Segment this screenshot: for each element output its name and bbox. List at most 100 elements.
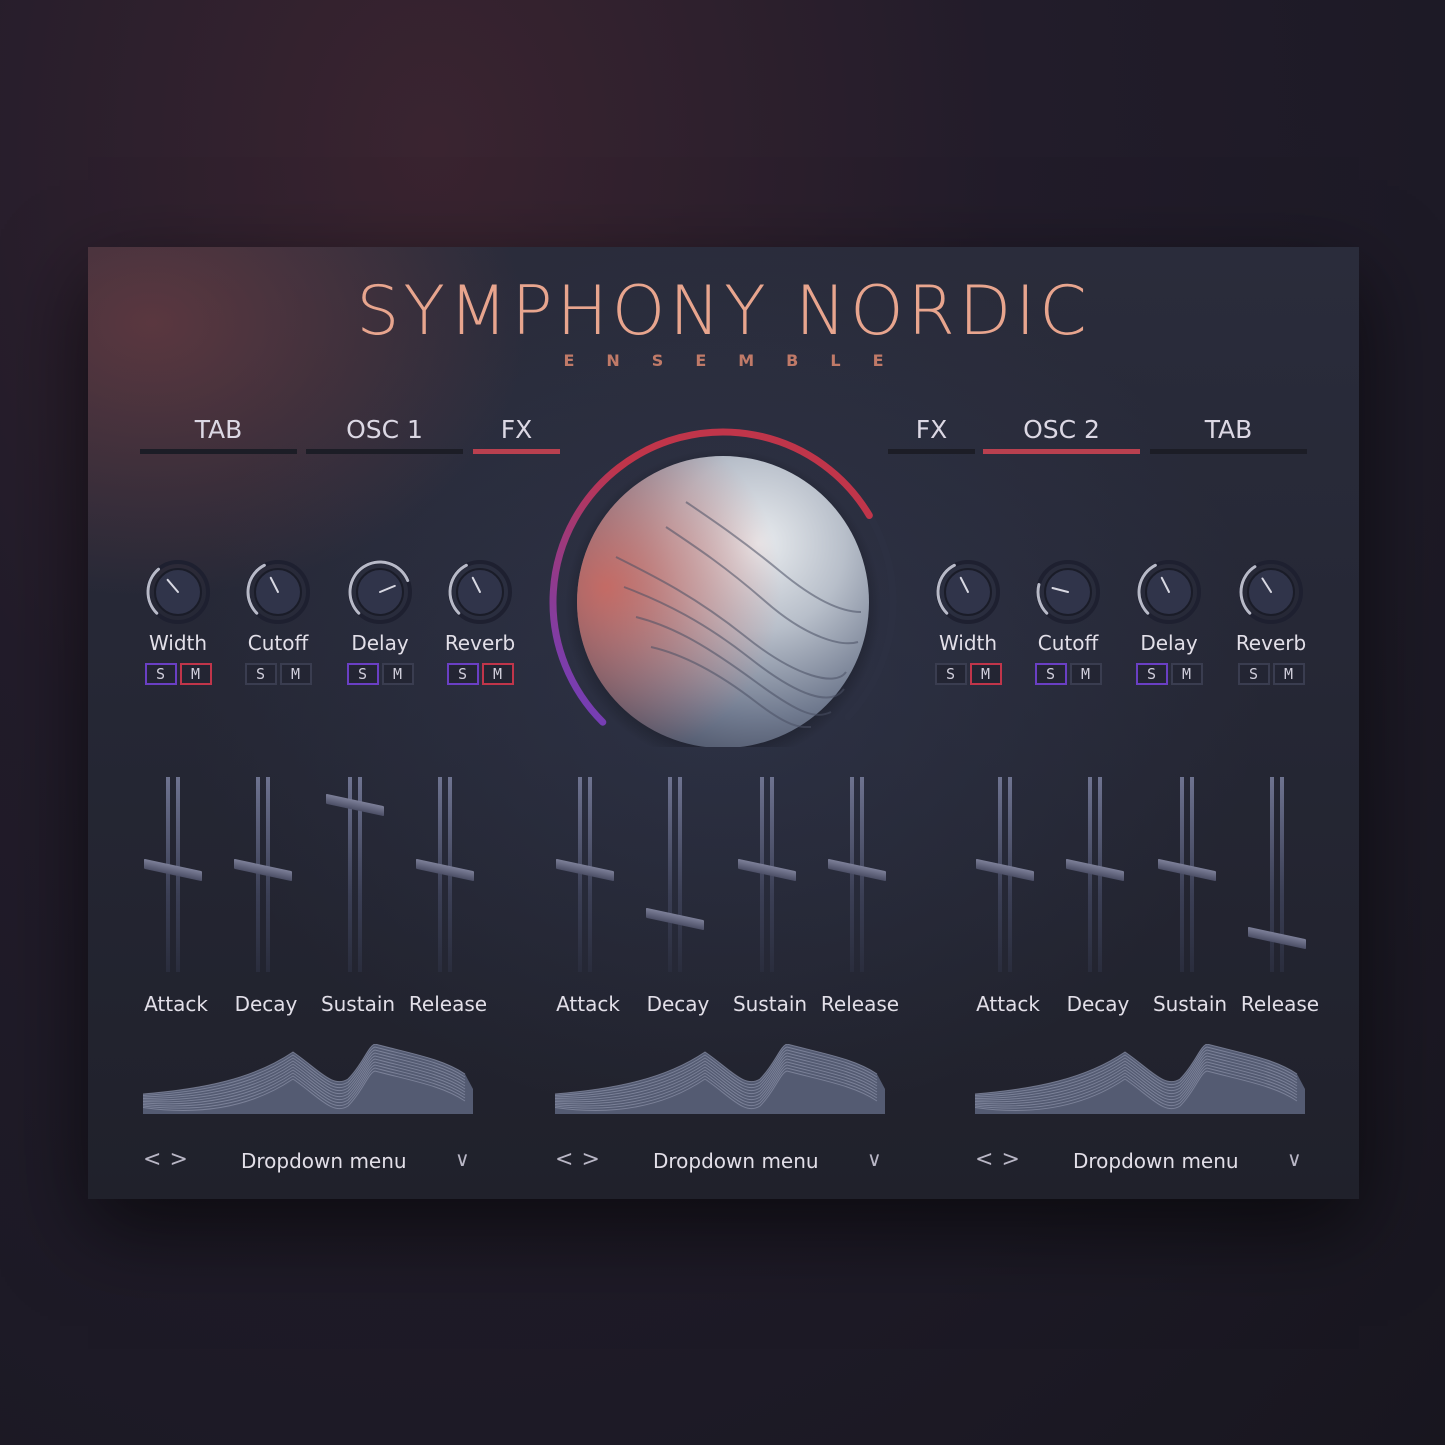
mute-button[interactable]: M [1170, 663, 1203, 685]
preset-nav[interactable]: <> [143, 1147, 196, 1172]
tab-label: TAB [1204, 415, 1253, 444]
fader-attack[interactable] [968, 777, 1058, 977]
solo-button[interactable]: S [934, 663, 967, 685]
knob-dial[interactable] [933, 557, 1003, 627]
fader-handle[interactable] [556, 858, 614, 881]
next-arrow-icon[interactable]: > [1001, 1147, 1027, 1172]
fader-decay[interactable] [226, 777, 316, 977]
fader-handle[interactable] [1248, 926, 1306, 950]
solo-button[interactable]: S [1034, 663, 1067, 685]
tab-underline [888, 449, 975, 454]
solo-mute-row: SM [1129, 663, 1209, 685]
fader-decay[interactable] [638, 777, 728, 977]
knob-label: Cutoff [1037, 631, 1099, 655]
fader-handle[interactable] [646, 907, 704, 930]
fader-handle[interactable] [326, 794, 384, 817]
tab-label: FX [915, 415, 948, 444]
fader-handle[interactable] [738, 858, 796, 881]
preset-nav[interactable]: <> [975, 1147, 1028, 1172]
tab-right-3[interactable]: TAB [1150, 412, 1307, 454]
fader-release[interactable] [408, 777, 498, 977]
solo-mute-row: SM [440, 663, 520, 685]
fader-handle[interactable] [1158, 858, 1216, 881]
tab-label: TAB [194, 415, 243, 444]
fader-handle[interactable] [828, 858, 886, 881]
knob-delay: Delay S M [1129, 557, 1209, 685]
fader-rail [256, 777, 260, 972]
fader-label: Release [1240, 992, 1320, 1016]
preset-dropdown[interactable]: <> Dropdown menu ∨ [143, 1147, 473, 1177]
solo-mute-row: SM [138, 663, 218, 685]
knob-dial[interactable] [1236, 557, 1306, 627]
mute-button[interactable]: M [179, 663, 212, 685]
fader-release[interactable] [1240, 777, 1330, 977]
preset-dropdown[interactable]: <> Dropdown menu ∨ [975, 1147, 1305, 1177]
knob-dial[interactable] [1033, 557, 1103, 627]
tab-underline [140, 449, 297, 454]
fader-rail [678, 777, 682, 972]
chevron-down-icon[interactable]: ∨ [1287, 1147, 1302, 1171]
solo-button[interactable]: S [1237, 663, 1270, 685]
knob-delay: Delay S M [340, 557, 420, 685]
fader-rail [578, 777, 582, 972]
fader-sustain[interactable] [1150, 777, 1240, 977]
solo-mute-row: SM [238, 663, 318, 685]
knob-width: Width S M [138, 557, 218, 685]
fader-handle[interactable] [234, 858, 292, 881]
prev-arrow-icon[interactable]: < [555, 1147, 581, 1172]
knob-dial[interactable] [345, 557, 415, 627]
mute-button[interactable]: M [969, 663, 1002, 685]
chevron-down-icon[interactable]: ∨ [867, 1147, 882, 1171]
solo-button[interactable]: S [144, 663, 177, 685]
fader-sustain[interactable] [318, 777, 408, 977]
mute-button[interactable]: M [1069, 663, 1102, 685]
mute-button[interactable]: M [381, 663, 414, 685]
mute-button[interactable]: M [481, 663, 514, 685]
master-orb-knob[interactable] [546, 427, 900, 765]
plugin-window: SYMPHONY NORDIC ENSEMBLE TAB OSC 1 FX FX… [88, 247, 1359, 1199]
fader-label: Release [408, 992, 488, 1016]
mute-button[interactable]: M [279, 663, 312, 685]
envelope-display [554, 1043, 887, 1114]
tab-fx-right[interactable]: FX [888, 412, 975, 454]
next-arrow-icon[interactable]: > [169, 1147, 195, 1172]
tab-left-1[interactable]: TAB [140, 412, 297, 454]
dropdown-label: Dropdown menu [653, 1149, 819, 1173]
dropdown-label: Dropdown menu [241, 1149, 407, 1173]
tab-osc1[interactable]: OSC 1 [306, 412, 463, 454]
knob-dial[interactable] [1134, 557, 1204, 627]
knob-dial[interactable] [143, 557, 213, 627]
fader-handle[interactable] [416, 858, 474, 881]
fader-decay[interactable] [1058, 777, 1148, 977]
knob-dial[interactable] [243, 557, 313, 627]
knob-label: Cutoff [247, 631, 309, 655]
fader-handle[interactable] [144, 858, 202, 881]
solo-button[interactable]: S [446, 663, 479, 685]
prev-arrow-icon[interactable]: < [975, 1147, 1001, 1172]
knob-label: Reverb [444, 631, 516, 655]
knob-width: Width S M [928, 557, 1008, 685]
preset-nav[interactable]: <> [555, 1147, 608, 1172]
tab-underline [983, 449, 1140, 454]
mute-button[interactable]: M [1272, 663, 1305, 685]
tab-osc2[interactable]: OSC 2 [983, 412, 1140, 454]
knob-cutoff: Cutoff S M [238, 557, 318, 685]
fader-sustain[interactable] [730, 777, 820, 977]
solo-button[interactable]: S [1135, 663, 1168, 685]
fader-handle[interactable] [1066, 858, 1124, 881]
fader-attack[interactable] [548, 777, 638, 977]
fader-handle[interactable] [976, 858, 1034, 881]
prev-arrow-icon[interactable]: < [143, 1147, 169, 1172]
next-arrow-icon[interactable]: > [581, 1147, 607, 1172]
solo-button[interactable]: S [244, 663, 277, 685]
tab-underline [306, 449, 463, 454]
fader-release[interactable] [820, 777, 910, 977]
fader-attack[interactable] [136, 777, 226, 977]
knob-label: Width [148, 631, 208, 655]
preset-dropdown[interactable]: <> Dropdown menu ∨ [555, 1147, 885, 1177]
chevron-down-icon[interactable]: ∨ [455, 1147, 470, 1171]
master-arc [549, 428, 897, 765]
knob-dial[interactable] [445, 557, 515, 627]
knob-label: Width [938, 631, 998, 655]
solo-button[interactable]: S [346, 663, 379, 685]
